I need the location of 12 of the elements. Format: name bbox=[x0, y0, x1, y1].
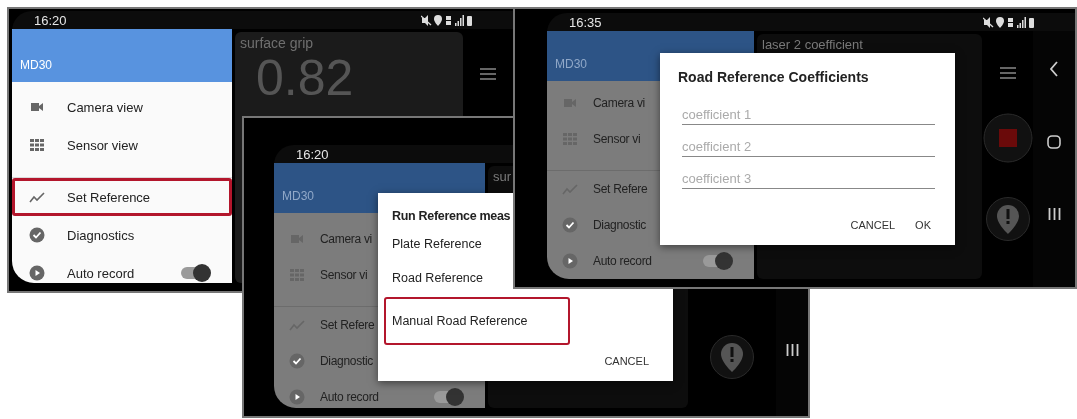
dialog-title: Run Reference meas bbox=[392, 209, 512, 223]
app-name: MD30 bbox=[282, 189, 314, 203]
dialog-title: Road Reference Coefficients bbox=[678, 69, 870, 85]
status-time: 16:20 bbox=[296, 146, 329, 162]
app-name: MD30 bbox=[555, 57, 587, 71]
card-title: sur bbox=[493, 169, 513, 184]
app-name: MD30 bbox=[20, 58, 52, 72]
card-title: surface grip bbox=[240, 35, 315, 51]
status-time: 16:20 bbox=[34, 12, 67, 28]
reading-value: 0.82 bbox=[256, 53, 355, 103]
card-title: laser 2 coefficient bbox=[762, 37, 864, 52]
status-time: 16:35 bbox=[569, 14, 602, 30]
